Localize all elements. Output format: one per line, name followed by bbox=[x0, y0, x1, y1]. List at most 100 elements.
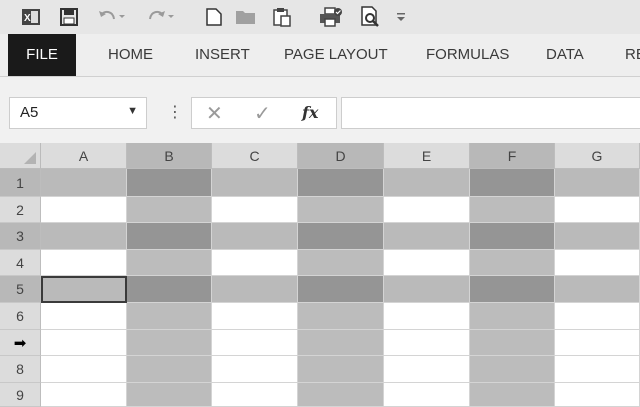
tab-home[interactable]: HOME bbox=[108, 34, 153, 76]
cell[interactable] bbox=[41, 276, 127, 303]
cell[interactable] bbox=[470, 330, 555, 356]
column-header-a[interactable]: A bbox=[41, 143, 127, 169]
cell[interactable] bbox=[212, 250, 298, 276]
cell[interactable] bbox=[384, 197, 470, 223]
print-preview-icon[interactable] bbox=[358, 6, 384, 28]
cell[interactable] bbox=[298, 223, 384, 250]
cell[interactable] bbox=[212, 330, 298, 356]
tab-formulas[interactable]: FORMULAS bbox=[426, 34, 509, 76]
cell[interactable] bbox=[127, 197, 212, 223]
open-folder-icon[interactable] bbox=[234, 6, 258, 28]
cell[interactable] bbox=[298, 250, 384, 276]
print-icon[interactable] bbox=[318, 6, 344, 28]
cell[interactable] bbox=[384, 276, 470, 303]
cell[interactable] bbox=[555, 197, 640, 223]
cell[interactable] bbox=[41, 223, 127, 250]
row-header-8[interactable]: 8 bbox=[0, 356, 41, 383]
cell[interactable] bbox=[41, 197, 127, 223]
cell[interactable] bbox=[470, 250, 555, 276]
cell[interactable] bbox=[470, 383, 555, 407]
customize-toolbar-icon[interactable] bbox=[394, 6, 408, 28]
cell[interactable] bbox=[41, 250, 127, 276]
row-header-5[interactable]: 5 bbox=[0, 276, 41, 303]
cell[interactable] bbox=[470, 223, 555, 250]
cell[interactable] bbox=[212, 356, 298, 383]
tab-file[interactable]: FILE bbox=[8, 34, 76, 76]
cell[interactable] bbox=[470, 197, 555, 223]
select-all-corner[interactable] bbox=[0, 143, 41, 169]
cell[interactable] bbox=[41, 169, 127, 197]
cell[interactable] bbox=[384, 169, 470, 197]
cell[interactable] bbox=[384, 383, 470, 407]
formula-bar-resize-handle[interactable]: ⋮ bbox=[167, 102, 183, 121]
cell[interactable] bbox=[470, 303, 555, 330]
new-file-icon[interactable] bbox=[204, 6, 224, 28]
row-header-2[interactable]: 2 bbox=[0, 197, 41, 223]
cell[interactable] bbox=[298, 356, 384, 383]
cell[interactable] bbox=[41, 383, 127, 407]
row-header-pointer[interactable]: ➡ bbox=[0, 330, 41, 356]
column-header-c[interactable]: C bbox=[212, 143, 298, 169]
cell[interactable] bbox=[555, 169, 640, 197]
cell[interactable] bbox=[384, 330, 470, 356]
cell[interactable] bbox=[384, 223, 470, 250]
cell[interactable] bbox=[41, 330, 127, 356]
cell[interactable] bbox=[298, 303, 384, 330]
cell[interactable] bbox=[555, 383, 640, 407]
cell[interactable] bbox=[470, 169, 555, 197]
cell[interactable] bbox=[555, 223, 640, 250]
cell[interactable] bbox=[212, 223, 298, 250]
cell[interactable] bbox=[555, 250, 640, 276]
cancel-icon[interactable]: ✕ bbox=[206, 101, 223, 125]
paste-icon[interactable] bbox=[270, 6, 294, 28]
row-header-9[interactable]: 9 bbox=[0, 383, 41, 407]
save-icon[interactable] bbox=[58, 6, 80, 28]
cell[interactable] bbox=[212, 169, 298, 197]
undo-icon[interactable] bbox=[96, 6, 126, 28]
redo-icon[interactable] bbox=[145, 6, 175, 28]
name-box[interactable]: A5 ▼ bbox=[9, 97, 147, 129]
cell[interactable] bbox=[555, 276, 640, 303]
cell[interactable] bbox=[212, 197, 298, 223]
cell[interactable] bbox=[298, 197, 384, 223]
enter-icon[interactable]: ✓ bbox=[254, 101, 271, 125]
row-header-3[interactable]: 3 bbox=[0, 223, 41, 250]
cell[interactable] bbox=[555, 303, 640, 330]
column-header-f[interactable]: F bbox=[470, 143, 555, 169]
row-header-6[interactable]: 6 bbox=[0, 303, 41, 330]
cell[interactable] bbox=[127, 250, 212, 276]
column-header-b[interactable]: B bbox=[127, 143, 212, 169]
column-header-d[interactable]: D bbox=[298, 143, 384, 169]
chevron-down-icon[interactable]: ▼ bbox=[127, 105, 138, 117]
tab-data[interactable]: DATA bbox=[546, 34, 584, 76]
cell[interactable] bbox=[41, 303, 127, 330]
cell[interactable] bbox=[298, 169, 384, 197]
cell[interactable] bbox=[298, 276, 384, 303]
cell[interactable] bbox=[555, 356, 640, 383]
cell[interactable] bbox=[212, 276, 298, 303]
cell[interactable] bbox=[555, 330, 640, 356]
insert-function-icon[interactable]: fx bbox=[302, 103, 318, 122]
cell[interactable] bbox=[127, 169, 212, 197]
cell[interactable] bbox=[384, 250, 470, 276]
tab-insert[interactable]: INSERT bbox=[195, 34, 250, 76]
cell[interactable] bbox=[212, 303, 298, 330]
tab-review[interactable]: RE bbox=[625, 34, 640, 76]
cell[interactable] bbox=[212, 383, 298, 407]
column-header-g[interactable]: G bbox=[555, 143, 640, 169]
row-header-4[interactable]: 4 bbox=[0, 250, 41, 276]
cell[interactable] bbox=[127, 276, 212, 303]
cell[interactable] bbox=[298, 383, 384, 407]
cell[interactable] bbox=[127, 330, 212, 356]
column-header-e[interactable]: E bbox=[384, 143, 470, 169]
cell[interactable] bbox=[384, 303, 470, 330]
formula-input[interactable] bbox=[341, 97, 640, 129]
cell[interactable] bbox=[470, 276, 555, 303]
cell[interactable] bbox=[127, 303, 212, 330]
row-header-1[interactable]: 1 bbox=[0, 169, 41, 197]
tab-page-layout[interactable]: PAGE LAYOUT bbox=[284, 34, 388, 76]
cell[interactable] bbox=[298, 330, 384, 356]
cell[interactable] bbox=[127, 383, 212, 407]
cell[interactable] bbox=[127, 356, 212, 383]
cell[interactable] bbox=[41, 356, 127, 383]
